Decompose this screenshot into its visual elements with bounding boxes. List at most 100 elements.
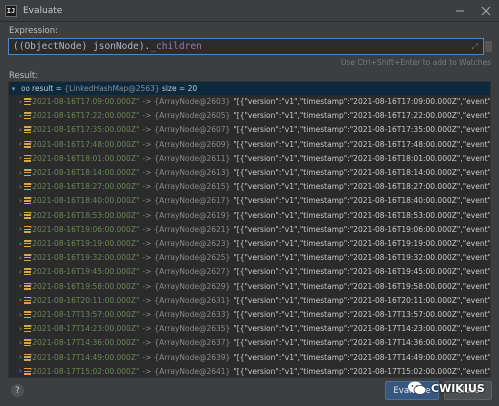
watermark-text: CWIKIUS: [431, 381, 485, 395]
row-key: "2021-08-16T17:09:00.000Z": [28, 97, 140, 106]
row-node: {ArrayNode@2613}: [154, 168, 231, 177]
result-row[interactable]: › "2021-08-16T19:32:00.000Z" -> {ArrayNode@…: [9, 251, 490, 264]
minimize-button[interactable]: [447, 0, 473, 21]
row-value: "[{"version":"v1","timestamp":"2021-08-1…: [233, 182, 491, 192]
expression-prefix: ((ObjectNode) jsonNode).: [13, 41, 151, 52]
row-arrow: ->: [142, 182, 152, 192]
row-value: "[{"version":"v1","timestamp":"2021-08-1…: [233, 324, 491, 334]
chevron-right-icon[interactable]: ›: [19, 211, 22, 219]
result-root-prefix: result =: [32, 84, 65, 93]
chevron-right-icon[interactable]: ›: [19, 353, 22, 361]
row-arrow: ->: [142, 139, 152, 149]
row-key: "2021-08-16T18:14:00.000Z": [28, 168, 140, 177]
row-key: "2021-08-16T18:53:00.000Z": [28, 210, 140, 220]
row-arrow: ->: [142, 196, 152, 206]
result-row[interactable]: › "2021-08-17T14:36:00.000Z" -> {ArrayNode@…: [9, 336, 490, 349]
row-value: "[{"version":"v1","timestamp":"2021-08-1…: [233, 125, 491, 135]
result-row[interactable]: › "2021-08-16T17:35:00.000Z" -> {ArrayNode@…: [9, 123, 491, 136]
row-arrow: ->: [142, 153, 152, 163]
row-value: "[{"version":"v1","timestamp":"2021-08-1…: [233, 239, 491, 248]
chevron-right-icon[interactable]: ›: [19, 339, 22, 347]
help-button[interactable]: ?: [11, 384, 24, 397]
close-window-button[interactable]: [473, 0, 499, 21]
row-value: "[{"version":"v1","timestamp":"2021-08-1…: [233, 267, 491, 277]
result-row[interactable]: › "2021-08-17T14:49:00.000Z" -> {ArrayNode@…: [9, 351, 491, 364]
minimize-icon: [456, 10, 464, 11]
watches-hint: Use Ctrl+Shift+Enter to add to Watches: [340, 58, 491, 67]
result-row[interactable]: › "2021-08-16T19:58:00.000Z" -> {ArrayNode@…: [9, 280, 491, 293]
row-arrow: ->: [142, 267, 152, 277]
result-row[interactable]: › "2021-08-16T18:53:00.000Z" -> {ArrayNode@…: [9, 209, 490, 222]
chevron-right-icon[interactable]: ›: [19, 311, 22, 319]
result-row[interactable]: › "2021-08-16T18:40:00.000Z" -> {ArrayNode@…: [9, 194, 491, 207]
result-row[interactable]: › "2021-08-17T13:57:00.000Z" -> {ArrayNode@…: [9, 308, 490, 321]
result-row[interactable]: › "2021-08-16T19:45:00.000Z" -> {ArrayNode@…: [9, 265, 491, 278]
row-arrow: ->: [142, 281, 152, 291]
row-node: {ArrayNode@2611}: [154, 153, 231, 163]
chevron-right-icon[interactable]: ›: [19, 268, 22, 276]
result-root-text: result = {LinkedHashMap@2563} size = 20: [32, 84, 197, 93]
chevron-right-icon[interactable]: ›: [19, 282, 22, 290]
chevron-right-icon[interactable]: ›: [19, 154, 22, 162]
row-key: "2021-08-16T19:19:00.000Z": [28, 239, 140, 248]
watermark: CWIKIUS: [407, 374, 495, 402]
row-arrow: ->: [142, 295, 152, 305]
result-row[interactable]: › "2021-08-16T18:14:00.000Z" -> {ArrayNode@…: [9, 166, 490, 179]
close-icon: [481, 6, 491, 15]
row-node: {ArrayNode@2609}: [154, 139, 231, 149]
result-tree[interactable]: ▾ oo result = {LinkedHashMap@2563} size …: [8, 81, 491, 378]
chevron-right-icon[interactable]: ›: [19, 98, 22, 106]
row-node: {ArrayNode@2603}: [154, 97, 231, 106]
result-row[interactable]: › "2021-08-16T19:19:00.000Z" -> {ArrayNode@…: [9, 237, 491, 250]
row-node: {ArrayNode@2605}: [154, 111, 231, 121]
result-root-type: {LinkedHashMap@2563}: [64, 84, 160, 93]
chevron-right-icon[interactable]: ›: [19, 367, 22, 375]
title-bar: IJ Evaluate: [0, 0, 499, 22]
result-row[interactable]: › "2021-08-16T17:22:00.000Z" -> {ArrayNode@…: [9, 109, 490, 122]
chevron-down-icon[interactable]: ▾: [9, 85, 18, 93]
row-arrow: ->: [142, 210, 152, 220]
chevron-right-icon[interactable]: ›: [19, 240, 22, 248]
row-key: "2021-08-16T19:45:00.000Z": [28, 267, 140, 277]
chevron-right-icon[interactable]: ›: [19, 183, 22, 191]
row-key: "2021-08-17T14:36:00.000Z": [28, 338, 140, 348]
row-node: {ArrayNode@2621}: [154, 224, 231, 234]
result-row[interactable]: › "2021-08-16T18:01:00.000Z" -> {ArrayNode@…: [9, 152, 490, 165]
expand-editor-icon[interactable]: ⤢: [472, 42, 478, 52]
row-node: {ArrayNode@2637}: [154, 338, 231, 348]
result-row[interactable]: › "2021-08-16T17:09:00.000Z" -> {ArrayNode@…: [9, 95, 490, 108]
chevron-right-icon[interactable]: ›: [19, 225, 22, 233]
result-root-row[interactable]: ▾ oo result = {LinkedHashMap@2563} size …: [9, 82, 490, 95]
row-arrow: ->: [142, 366, 152, 376]
chevron-right-icon[interactable]: ›: [19, 169, 22, 177]
row-value: "[{"version":"v1","timestamp":"2021-08-1…: [233, 352, 491, 362]
chevron-right-icon[interactable]: ›: [19, 126, 22, 134]
result-row[interactable]: › "2021-08-17T14:23:00.000Z" -> {ArrayNode@…: [9, 322, 491, 335]
row-key: "2021-08-17T14:23:00.000Z": [28, 324, 140, 334]
row-node: {ArrayNode@2631}: [154, 295, 231, 305]
result-root-size: size = 20: [159, 84, 198, 93]
row-key: "2021-08-16T20:11:00.000Z": [28, 295, 140, 305]
chevron-right-icon[interactable]: ›: [19, 325, 22, 333]
row-key: "2021-08-16T17:48:00.000Z": [28, 139, 140, 149]
row-node: {ArrayNode@2635}: [154, 324, 231, 334]
chevron-right-icon[interactable]: ›: [19, 254, 22, 262]
row-value: "[{"version":"v1","timestamp":"2021-08-1…: [233, 139, 491, 149]
chevron-right-icon[interactable]: ›: [19, 296, 22, 304]
expression-field: _children: [150, 41, 202, 52]
chevron-right-icon[interactable]: ›: [19, 197, 22, 205]
row-value: "[{"version":"v1","timestamp":"2021-08-1…: [233, 196, 491, 206]
row-key: "2021-08-16T19:06:00.000Z": [28, 224, 140, 234]
row-key: "2021-08-16T18:27:00.000Z": [28, 182, 140, 192]
chevron-right-icon[interactable]: ›: [19, 140, 22, 148]
result-row[interactable]: › "2021-08-16T19:06:00.000Z" -> {ArrayNode@…: [9, 223, 490, 236]
result-row[interactable]: › "2021-08-16T18:27:00.000Z" -> {ArrayNode@…: [9, 180, 491, 193]
result-label: Result:: [9, 71, 39, 81]
row-arrow: ->: [142, 253, 152, 263]
expression-scrollbar[interactable]: [485, 41, 492, 52]
result-row[interactable]: › "2021-08-16T17:48:00.000Z" -> {ArrayNode@…: [9, 138, 491, 151]
chevron-right-icon[interactable]: ›: [19, 112, 22, 120]
row-value: "[{"version":"v1","timestamp":"2021-08-1…: [233, 281, 491, 291]
result-row[interactable]: › "2021-08-16T20:11:00.000Z" -> {ArrayNode@…: [9, 294, 490, 307]
expression-input[interactable]: ((ObjectNode) jsonNode)._children ⤢: [8, 38, 484, 55]
